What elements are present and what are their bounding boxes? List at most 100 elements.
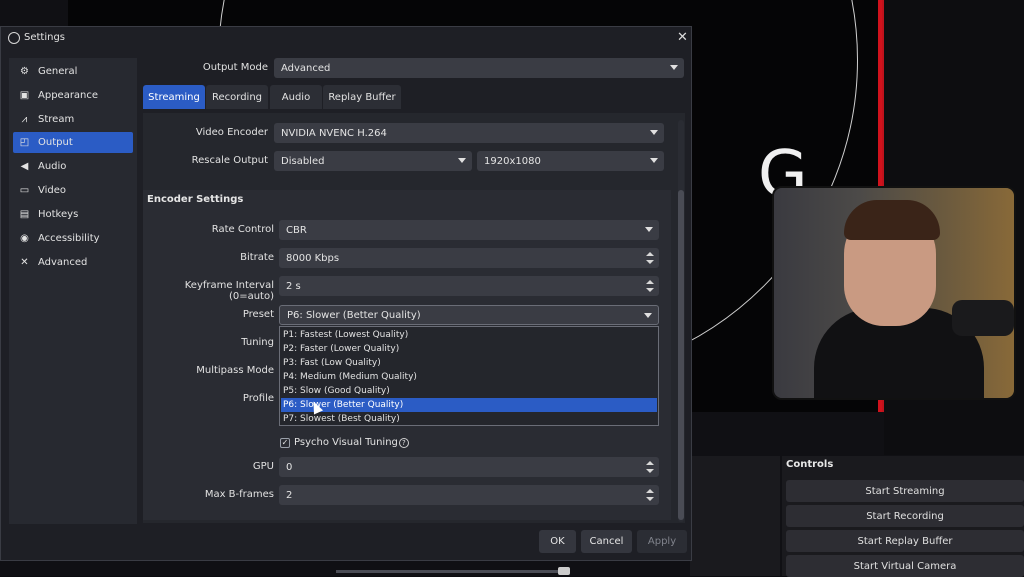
sidebar-item-label: Video	[38, 185, 67, 196]
microphone-icon	[952, 300, 1014, 336]
ok-button[interactable]: OK	[539, 530, 576, 553]
broadcast-icon: ⩘	[21, 114, 28, 125]
sidebar-item-accessibility[interactable]: ◉ Accessibility	[13, 228, 133, 249]
cancel-button[interactable]: Cancel	[581, 530, 632, 553]
sidebar-item-label: Hotkeys	[38, 209, 79, 220]
preset-option-p5[interactable]: P5: Slow (Good Quality)	[281, 384, 657, 398]
preset-option-p3[interactable]: P3: Fast (Low Quality)	[281, 356, 657, 370]
preset-option-p1[interactable]: P1: Fastest (Lowest Quality)	[281, 328, 657, 342]
tuning-label: Tuning	[241, 337, 274, 348]
sidebar-item-label: Output	[38, 137, 73, 148]
output-mode-select[interactable]: Advanced	[274, 58, 684, 78]
preset-option-p2[interactable]: P2: Faster (Lower Quality)	[281, 342, 657, 356]
rescale-output-value: Disabled	[281, 155, 325, 167]
output-icon: ◰	[19, 137, 30, 148]
sidebar-item-appearance[interactable]: ▣ Appearance	[13, 85, 133, 106]
video-encoder-value: NVIDIA NVENC H.264	[281, 127, 387, 139]
keyframe-interval-spinbox[interactable]: 2 s	[279, 276, 659, 296]
psycho-visual-label: Psycho Visual Tuning	[294, 437, 398, 448]
tab-streaming[interactable]: Streaming	[143, 85, 205, 109]
preset-option-p7[interactable]: P7: Slowest (Best Quality)	[281, 412, 657, 426]
start-replay-buffer-button[interactable]: Start Replay Buffer	[786, 530, 1024, 552]
video-encoder-select[interactable]: NVIDIA NVENC H.264	[274, 123, 664, 143]
increment-icon[interactable]	[646, 461, 654, 465]
max-bframes-label: Max B-frames	[204, 489, 274, 500]
rescale-resolution-value: 1920x1080	[484, 155, 541, 167]
sidebar-item-label: Stream	[38, 114, 75, 125]
chevron-down-icon	[650, 158, 658, 163]
decrement-icon[interactable]	[646, 288, 654, 292]
start-virtual-camera-button[interactable]: Start Virtual Camera	[786, 555, 1024, 577]
decrement-icon[interactable]	[646, 497, 654, 501]
rescale-output-select[interactable]: Disabled	[274, 151, 472, 171]
encoder-settings-heading: Encoder Settings	[147, 194, 244, 205]
webcam-source	[772, 186, 1016, 400]
sidebar-item-audio[interactable]: ◀ Audio	[13, 156, 133, 177]
max-bframes-spinbox[interactable]: 2	[279, 485, 659, 505]
increment-icon[interactable]	[646, 489, 654, 493]
decrement-icon[interactable]	[646, 469, 654, 473]
sidebar-item-label: Accessibility	[38, 233, 100, 244]
title-bar: Settings ✕	[1, 27, 691, 49]
chevron-down-icon	[644, 313, 652, 318]
mixer-panel	[690, 456, 780, 576]
start-streaming-button[interactable]: Start Streaming	[786, 480, 1024, 502]
output-mode-label: Output Mode	[202, 62, 268, 73]
gear-icon: ⚙	[20, 66, 29, 77]
rescale-resolution-select[interactable]: 1920x1080	[477, 151, 664, 171]
rate-control-label: Rate Control	[211, 224, 274, 235]
psycho-visual-checkbox[interactable]: ✓	[280, 438, 290, 448]
window-title: Settings	[24, 32, 66, 43]
rate-control-select[interactable]: CBR	[279, 220, 659, 240]
bitrate-value: 8000 Kbps	[286, 252, 340, 264]
sidebar-item-advanced[interactable]: ✕ Advanced	[13, 252, 133, 273]
sidebar-item-hotkeys[interactable]: ▤ Hotkeys	[13, 204, 133, 225]
rescale-output-label: Rescale Output	[191, 155, 268, 166]
sidebar-item-general[interactable]: ⚙ General	[13, 61, 133, 82]
preset-option-p4[interactable]: P4: Medium (Medium Quality)	[281, 370, 657, 384]
increment-icon[interactable]	[646, 252, 654, 256]
preset-dropdown-list: P1: Fastest (Lowest Quality) P2: Faster …	[279, 326, 659, 426]
increment-icon[interactable]	[646, 280, 654, 284]
sidebar-item-stream[interactable]: ⩘ Stream	[13, 109, 133, 130]
speaker-icon: ◀	[20, 161, 29, 172]
scrollbar-thumb[interactable]	[678, 190, 684, 520]
sidebar-item-label: Appearance	[38, 90, 99, 101]
chevron-down-icon	[458, 158, 466, 163]
bitrate-spinbox[interactable]: 8000 Kbps	[279, 248, 659, 268]
rate-control-value: CBR	[286, 224, 307, 236]
controls-title: Controls	[786, 459, 834, 470]
preset-option-p6[interactable]: P6: Slower (Better Quality)	[281, 398, 657, 412]
close-icon[interactable]: ✕	[677, 30, 688, 45]
obs-logo-icon	[8, 32, 20, 44]
keyboard-icon: ▤	[19, 209, 30, 220]
tab-replay-buffer[interactable]: Replay Buffer	[323, 85, 401, 109]
sidebar-item-label: General	[38, 66, 78, 77]
settings-sidebar: ⚙ General ▣ Appearance ⩘ Stream ◰ Output ◀ Au…	[9, 58, 137, 524]
gpu-value: 0	[286, 461, 293, 473]
sidebar-item-video[interactable]: ▭ Video	[13, 180, 133, 201]
sidebar-item-output[interactable]: ◰ Output	[13, 132, 133, 153]
multipass-mode-label: Multipass Mode	[196, 365, 274, 376]
volume-handle[interactable]	[558, 567, 570, 575]
sidebar-item-label: Advanced	[38, 257, 88, 268]
bitrate-label: Bitrate	[240, 252, 274, 263]
preset-label: Preset	[242, 309, 274, 320]
gpu-label: GPU	[252, 461, 274, 472]
psycho-visual-row: Psycho Visual Tuning?	[294, 437, 409, 448]
monitor-icon: ▭	[19, 185, 30, 196]
tab-recording[interactable]: Recording	[206, 85, 268, 109]
gpu-spinbox[interactable]: 0	[279, 457, 659, 477]
apply-button[interactable]: Apply	[637, 530, 687, 553]
start-recording-button[interactable]: Start Recording	[786, 505, 1024, 527]
preset-select[interactable]: P6: Slower (Better Quality)	[279, 305, 659, 325]
chevron-down-icon	[670, 65, 678, 70]
tools-icon: ✕	[20, 257, 29, 268]
help-icon[interactable]: ?	[398, 438, 409, 448]
decrement-icon[interactable]	[646, 260, 654, 264]
accessibility-icon: ◉	[20, 233, 29, 244]
tab-audio[interactable]: Audio	[270, 85, 322, 109]
volume-slider[interactable]	[316, 566, 574, 576]
chevron-down-icon	[650, 130, 658, 135]
video-encoder-label: Video Encoder	[195, 127, 268, 138]
